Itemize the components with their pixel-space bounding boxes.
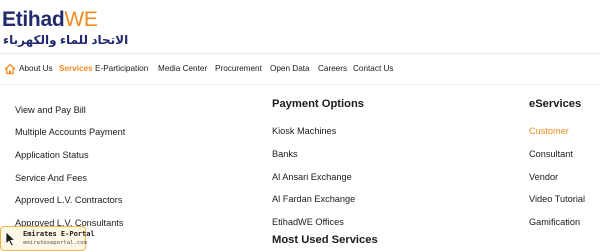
watermark-url: emirateseportal.com (23, 240, 87, 246)
nav-careers[interactable]: Careers (318, 63, 347, 75)
site-header: EtihadWE الاتحاد للماء والكهرباء (0, 0, 600, 54)
menu-link-application-status[interactable]: Application Status (15, 149, 89, 161)
etihadwe-logo[interactable]: EtihadWE الاتحاد للماء والكهرباء (2, 8, 128, 48)
nav-open-data[interactable]: Open Data (270, 63, 310, 75)
menu-link-view-pay-bill[interactable]: View and Pay Bill (15, 104, 86, 116)
menu-link-gamification[interactable]: Gamification (529, 216, 580, 228)
nav-about-us[interactable]: About Us (19, 63, 53, 75)
emirates-eportal-watermark: Emirates E-Portal emirateseportal.com (0, 226, 95, 251)
menu-divider (0, 84, 600, 85)
menu-link-service-fees[interactable]: Service And Fees (15, 172, 87, 184)
menu-link-lv-contractors[interactable]: Approved L.V. Contractors (15, 194, 122, 206)
menu-link-banks[interactable]: Banks (272, 148, 298, 160)
watermark-title: Emirates E-Portal (23, 230, 95, 238)
menu-link-al-ansari[interactable]: Al Ansari Exchange (272, 171, 352, 183)
eservices-heading: eServices (529, 98, 582, 110)
nav-media-center[interactable]: Media Center (158, 63, 207, 75)
menu-link-al-fardan[interactable]: Al Fardan Exchange (272, 193, 355, 205)
nav-services[interactable]: Services (59, 63, 93, 75)
logo-arabic: الاتحاد للماء والكهرباء (3, 33, 129, 47)
nav-procurement[interactable]: Procurement (215, 63, 262, 75)
logo-english: EtihadWE (2, 8, 98, 31)
menu-link-etihadwe-offices[interactable]: EtihadWE Offices (272, 216, 344, 228)
menu-link-multiple-accounts[interactable]: Multiple Accounts Payment (15, 126, 125, 138)
main-nav: About Us Services E-Participation Media … (0, 59, 600, 81)
nav-e-participation[interactable]: E-Participation (95, 63, 148, 75)
menu-link-consultant[interactable]: Consultant (529, 148, 573, 160)
cursor-icon (5, 231, 16, 247)
most-used-services-heading: Most Used Services (272, 234, 378, 246)
payment-options-heading: Payment Options (272, 98, 365, 110)
services-mega-menu: View and Pay Bill Multiple Accounts Paym… (0, 84, 600, 251)
menu-link-video-tutorial[interactable]: Video Tutorial (529, 193, 585, 205)
nav-contact-us[interactable]: Contact Us (353, 63, 394, 75)
menu-link-customer[interactable]: Customer (529, 125, 569, 137)
menu-link-kiosk-machines[interactable]: Kiosk Machines (272, 125, 336, 137)
menu-link-vendor[interactable]: Vendor (529, 171, 558, 183)
home-icon[interactable] (4, 63, 16, 75)
